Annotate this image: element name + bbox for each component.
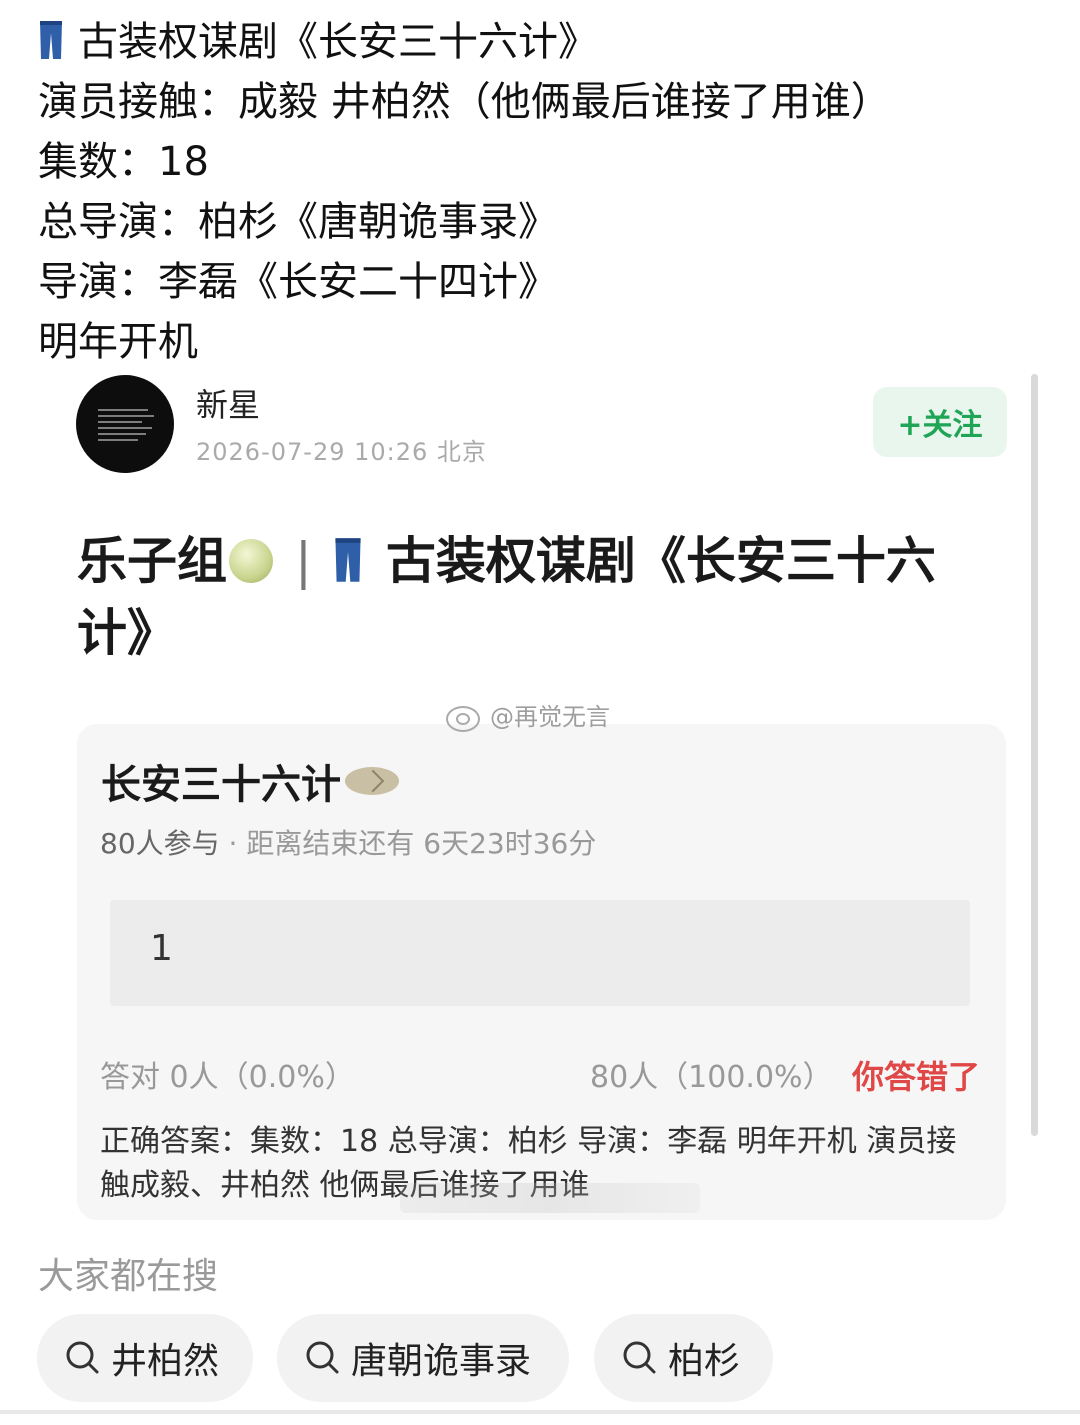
melon-icon (229, 539, 273, 583)
quiz-option[interactable] (110, 900, 970, 1006)
author-name[interactable]: 新星 (196, 380, 260, 426)
search-icon (66, 1341, 99, 1374)
quiz-title: 长安三十六计 (101, 752, 399, 810)
weibo-logo-icon (444, 700, 484, 732)
post-meta: 2026-07-29 10:26 北京 (196, 438, 487, 466)
post-line-actors: 演员接触：成毅 井柏然（他俩最后谁接了用谁） (38, 79, 891, 125)
watermark: @再觉无言 (444, 697, 610, 732)
search-tag-2[interactable]: 唐朝诡事录 (277, 1314, 569, 1402)
follow-button[interactable]: +关注 (873, 387, 1007, 457)
search-icon (306, 1341, 339, 1374)
faded-watermark (400, 1183, 700, 1213)
participants-count: 80人参与 (100, 827, 220, 860)
post-line-chief-director: 总导演：柏杉《唐朝诡事录》 (38, 199, 558, 245)
vertical-scrollbar[interactable] (1031, 374, 1038, 1136)
jeans-icon (40, 21, 62, 59)
post-text: 古装权谋剧《长安三十六计》 演员接触：成毅 井柏然（他俩最后谁接了用谁） 集数：… (38, 12, 1038, 372)
title-prefix: 乐子组 (77, 532, 227, 590)
post-line-director: 导演：李磊《长安二十四计》 (38, 259, 558, 305)
card-title: 乐子组 | 古装权谋剧《长安三十六计》 (77, 525, 997, 669)
info-dot: · (228, 827, 238, 860)
search-tag-label: 柏杉 (668, 1341, 741, 1382)
post-line-title: 古装权谋剧《长安三十六计》 (38, 12, 1038, 72)
other-stat: 80人（100.0%） (590, 1060, 833, 1095)
jeans-icon (335, 538, 361, 582)
post-line-schedule: 明年开机 (38, 319, 198, 365)
search-tag-1[interactable]: 井柏然 (37, 1314, 253, 1402)
post-line-episodes: 集数：18 (38, 139, 209, 185)
result-label: 你答错了 (852, 1058, 981, 1096)
avatar[interactable] (76, 375, 174, 473)
search-tag-3[interactable]: 柏杉 (594, 1314, 773, 1402)
search-section-label: 大家都在搜 (38, 1256, 219, 1297)
post-line-text: 古装权谋剧《长安三十六计》 (78, 19, 598, 65)
search-tag-label: 井柏然 (111, 1341, 220, 1382)
quiz-option-text: 1 (150, 928, 173, 969)
correct-stat: 答对 0人（0.0%） (100, 1060, 355, 1095)
quiz-badge-icon (345, 767, 399, 795)
search-tag-label: 唐朝诡事录 (351, 1341, 532, 1382)
search-icon (623, 1341, 656, 1374)
countdown: 距离结束还有 6天23时36分 (246, 827, 597, 860)
title-separator: | (295, 532, 312, 590)
quiz-info: 80人参与 · 距离结束还有 6天23时36分 (100, 822, 596, 862)
horizontal-scrollbar[interactable] (0, 1410, 1080, 1414)
